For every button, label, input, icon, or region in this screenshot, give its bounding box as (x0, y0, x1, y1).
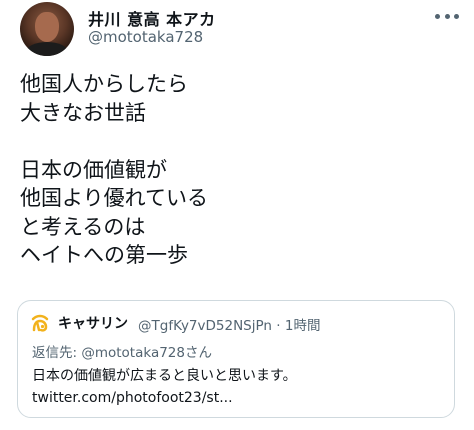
quote-author-meta[interactable]: @TgfKy7vD52NSjPn · 1時間 (138, 314, 320, 334)
quote-tweet-text: 日本の価値観が広まると良いと思います。 twitter.com/photofoo… (32, 368, 297, 406)
more-dots-icon (435, 13, 440, 19)
tweet-text: 他国人からしたら 大きなお世話 日本の価値観が 他国より優れている と考えるのは… (20, 72, 208, 267)
avatar-shirt (26, 42, 68, 56)
more-dots-icon (444, 13, 450, 19)
avatar-face (35, 12, 59, 42)
author-display-name[interactable]: 井川 意高 本アカ (88, 6, 216, 30)
author-avatar[interactable] (20, 2, 74, 56)
quote-reply-to: 返信先: @mototaka728さん (32, 345, 212, 361)
more-dots-icon (454, 13, 459, 19)
quote-tweet-card[interactable]: キャサリン @TgfKy7vD52NSjPn · 1時間 返信先: @motot… (17, 300, 455, 418)
more-options-button[interactable] (432, 6, 462, 26)
quote-author-avatar-icon (31, 314, 49, 332)
quote-author-display-name[interactable]: キャサリン (58, 313, 128, 333)
quote-author-handle: @TgfKy7vD52NSjPn (138, 318, 272, 334)
author-handle[interactable]: @mototaka728 (88, 28, 203, 46)
quote-timestamp: 1時間 (284, 318, 321, 334)
quote-separator: · (276, 318, 281, 334)
